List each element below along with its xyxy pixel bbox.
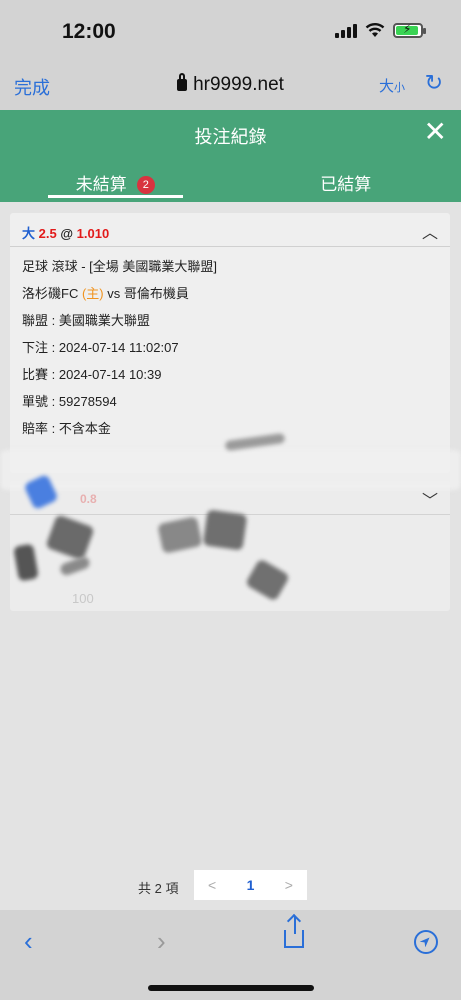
browser-bar: 完成 hr9999.net 大小 ↻ — [0, 62, 461, 110]
match-time: 比賽 : 2024-07-14 10:39 — [22, 367, 162, 382]
bet-league: 聯盟 : 美國職業大聯盟 — [22, 313, 150, 328]
tab-bar: 未結算 2 已結算 — [0, 158, 461, 202]
bet-match: 洛杉磯FC (主) vs 哥倫布機員 — [22, 286, 189, 301]
page-selector: < 1 > — [194, 870, 307, 900]
status-time: 12:00 — [62, 20, 116, 43]
lock-icon — [177, 73, 188, 91]
close-icon[interactable]: ✕ — [424, 118, 447, 146]
reload-icon[interactable]: ↻ — [425, 70, 443, 96]
battery-charging-icon: ⚡ — [393, 22, 426, 38]
compass-icon[interactable] — [414, 930, 438, 954]
status-icons: ⚡ — [335, 22, 426, 38]
chevron-up-icon[interactable]: ︿ — [422, 219, 438, 243]
bet-time: 下注 : 2024-07-14 11:02:07 — [22, 340, 179, 355]
next-page-button[interactable]: > — [285, 877, 293, 893]
page-number[interactable]: 1 — [247, 877, 255, 893]
unsettled-count-badge: 2 — [136, 176, 155, 194]
bet-card-header[interactable]: 大 2.5 @ 1.010 ︿ — [10, 213, 450, 247]
cellular-signal-icon — [335, 22, 357, 38]
total-count: 共 2 項 — [138, 881, 179, 896]
pagination: 共 2 項 < 1 > — [0, 870, 461, 900]
bet-amount: 100 — [72, 591, 94, 606]
url-text: hr9999.net — [193, 74, 284, 95]
share-icon[interactable] — [284, 916, 304, 948]
ticket-number: 單號 : 59278594 — [22, 394, 117, 409]
tab-settled[interactable]: 已結算 — [231, 158, 461, 202]
bet-card: 大 2.5 @ 1.010 ︿ 足球 滾球 - [全場 美國職業大聯盟] 洛杉磯… — [10, 213, 450, 473]
page-header: 投注紀錄 ✕ — [0, 110, 461, 158]
text-size-button[interactable]: 大小 — [379, 75, 405, 96]
back-icon[interactable]: ‹ — [24, 926, 33, 957]
wifi-icon — [365, 23, 385, 37]
home-indicator — [148, 985, 314, 991]
forward-icon[interactable]: › — [157, 926, 166, 957]
bet-sport: 足球 滾球 - [全場 美國職業大聯盟] — [22, 259, 218, 274]
status-bar: 12:00 ⚡ — [0, 0, 461, 62]
page-title: 投注紀錄 — [194, 127, 267, 147]
prev-page-button[interactable]: < — [208, 877, 216, 893]
chevron-down-icon[interactable]: ﹀ — [422, 487, 438, 511]
tab-unsettled[interactable]: 未結算 2 — [0, 158, 231, 202]
